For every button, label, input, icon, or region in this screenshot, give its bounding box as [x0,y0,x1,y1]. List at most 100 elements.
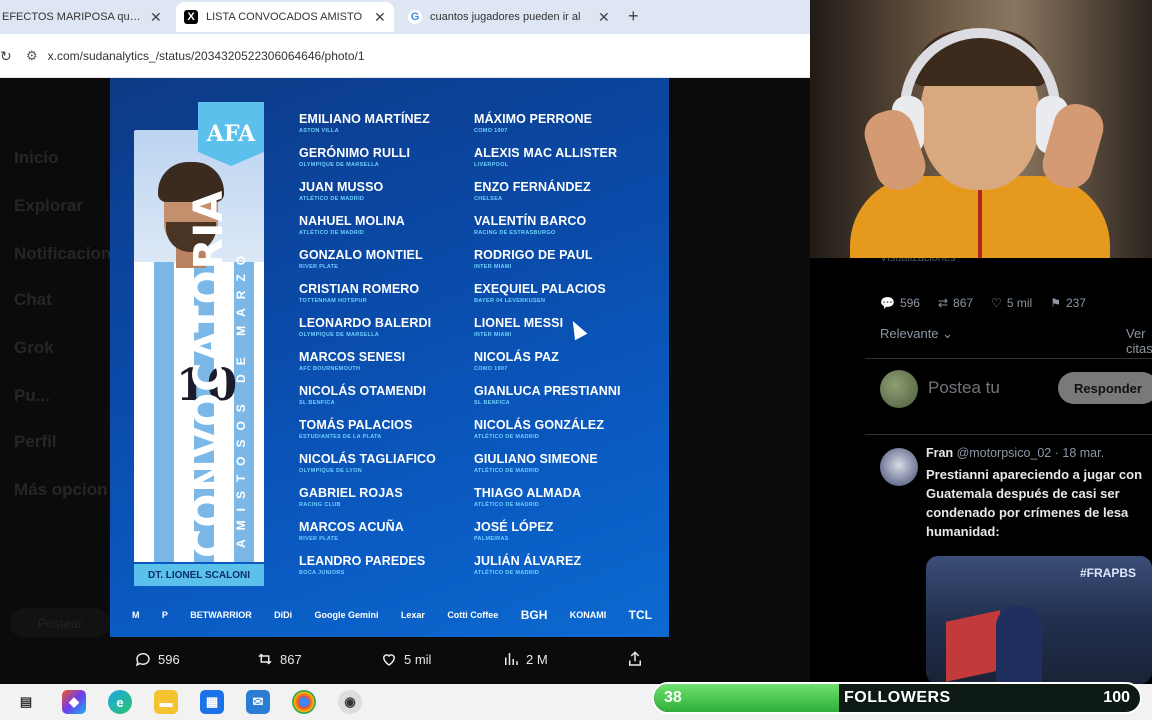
player-entry: MARCOS SENESI AFC BOURNEMOUTH [299,350,406,372]
like-button[interactable]: 5 mil [380,650,431,668]
site-settings-icon[interactable]: ⚙ [26,48,38,64]
reply-handle: @motorpsico_02 · 18 mar. [956,446,1105,460]
avatar[interactable] [880,448,918,486]
repost-stat[interactable]: ⇄ 867 [938,296,973,310]
sidebar-item-explorar[interactable]: Explorar [14,196,83,216]
repost-icon [258,653,272,665]
sidebar-item-grok[interactable]: Grok [14,338,54,358]
title-convocatoria: CONVOCATORIA [186,189,232,558]
sort-dropdown[interactable]: Relevante ⌄ [880,326,953,342]
new-tab-icon[interactable]: + [628,6,639,27]
reply-media[interactable]: #FRAPBS [926,556,1152,684]
close-icon[interactable]: ✕ [598,9,610,26]
quotes-link[interactable]: Ver citas [1126,326,1152,356]
like-count: 5 mil [404,651,432,667]
views-icon [505,653,518,665]
repost-button[interactable]: 867 [256,650,302,668]
bookmark-icon: ⚑ [1050,296,1061,310]
player-entry: JOSÉ LÓPEZ PALMEIRAS [474,520,554,542]
players-column-1: EMILIANO MARTÍNEZ ASTON VILLA GERÓNIMO RU… [299,112,436,588]
file-explorer-icon[interactable]: ▬ [154,690,178,714]
reply-icon: 💬 [880,296,895,310]
reply-button[interactable]: 596 [134,650,180,668]
followers-current: 38 [664,689,682,706]
chrome-icon[interactable] [292,690,316,714]
title-amistosos: AMISTOSOS DE MARZO [234,246,248,548]
sidebar-item-perfil[interactable]: Perfil [14,432,57,452]
convocatoria-graphic: 10 AFA CONVOCATORIA AMISTOSOS DE MARZO D… [110,78,669,637]
player-entry: ALEXIS MAC ALLISTER LIVERPOOL [474,146,618,168]
tab-google-search[interactable]: G cuantos jugadores pueden ir al ✕ [400,2,618,32]
close-icon[interactable]: ✕ [150,9,162,26]
reply-icon [135,652,150,667]
player-entry: NICOLÁS GONZÁLEZ ATLÉTICO DE MADRID [474,418,605,440]
browser-tab-bar: EFECTOS MARIPOSA que al ✕ X LISTA CONVOC… [0,0,810,34]
divider [865,358,1152,359]
player-entry: JULIÁN ÁLVAREZ ATLÉTICO DE MADRID [474,554,582,576]
sponsor-logo: M [132,610,140,620]
player-entry: LEANDRO PAREDES BOCA JUNIORS [299,554,426,576]
bookmark-stat[interactable]: ⚑ 237 [1050,296,1086,310]
close-icon[interactable]: ✕ [374,9,386,26]
like-stat[interactable]: ♡ 5 mil [991,296,1032,310]
tab-efectos-mariposa[interactable]: EFECTOS MARIPOSA que al ✕ [0,2,172,32]
reload-icon[interactable]: ↻ [0,48,12,65]
sponsor-logo: Cotti Coffee [447,610,499,620]
media-tag: #FRAPBS [1079,566,1136,580]
sidebar-item-premium[interactable]: Pu... [14,386,50,406]
tab-title: LISTA CONVOCADOS AMISTO [206,11,363,23]
player-entry: RODRIGO DE PAUL INTER MIAMI [474,248,593,270]
tab-title: cuantos jugadores pueden ir al [430,11,581,23]
player-entry: NAHUEL MOLINA ATLÉTICO DE MADRID [299,214,405,236]
player-entry: NICOLÁS PAZ COMO 1907 [474,350,559,372]
x-icon: X [184,10,198,24]
reply-count: 596 [158,651,180,667]
sidebar-item-chat[interactable]: Chat [14,290,52,310]
heart-icon [382,654,396,666]
reply-author[interactable]: Fran [926,446,953,460]
player-entry: CRISTIAN ROMERO TOTTENHAM HOTSPUR [299,282,420,304]
chevron-down-icon: ⌄ [942,326,954,341]
player-entry: MARCOS ACUÑA RIVER PLATE [299,520,404,542]
tab-title: EFECTOS MARIPOSA que al [2,11,142,23]
player-entry: JUAN MUSSO ATLÉTICO DE MADRID [299,180,384,202]
webcam-overlay [810,0,1152,258]
sponsor-logo: Lexar [400,610,425,620]
edge-icon[interactable]: e [108,690,132,714]
google-icon: G [408,10,422,24]
avatar[interactable] [880,370,918,408]
player-entry: MÁXIMO PERRONE COMO 1907 [474,112,593,134]
mail-icon[interactable]: ✉ [246,690,270,714]
player-entry: EMILIANO MARTÍNEZ ASTON VILLA [299,112,430,134]
followers-goal-bar: 38 FOLLOWERS 100 [652,682,1142,714]
post-button[interactable]: Postear [10,608,110,638]
sidebar-item-inicio[interactable]: Inicio [14,148,58,168]
photo-action-bar: 596 867 5 mil 2 M [0,640,810,684]
obs-icon[interactable]: ◉ [338,690,362,714]
player-entry: GONZALO MONTIEL RIVER PLATE [299,248,423,270]
player-entry: THIAGO ALMADA ATLÉTICO DE MADRID [474,486,582,508]
reply-stat[interactable]: 💬 596 [880,296,920,310]
sponsor-logo: KONAMI [569,610,607,620]
player-entry: GABRIEL ROJAS RACING CLUB [299,486,403,508]
url-text: x.com/sudanalytics_/status/2034320522306… [47,49,365,63]
tab-lista-convocados[interactable]: X LISTA CONVOCADOS AMISTO ✕ [176,2,394,32]
address-bar-row: ↻ ⚙ x.com/sudanalytics_/status/203432052… [0,34,810,78]
player-entry: NICOLÁS TAGLIAFICO OLYMPIQUE DE LYON [299,452,436,474]
copilot-icon[interactable]: ◆ [62,690,86,714]
store-icon[interactable]: ▦ [200,690,224,714]
reply-compose-input[interactable]: Postea tu [928,378,1000,398]
player-entry: NICOLÁS OTAMENDI SL BENFICA [299,384,427,406]
share-button[interactable] [626,650,644,668]
player-entry: EXEQUIEL PALACIOS BAYER 04 LEVERKUSEN [474,282,606,304]
url-field[interactable]: ⚙ x.com/sudanalytics_/status/20343205223… [26,42,796,70]
view-count: 2 M [526,651,548,667]
reply-text: Prestianni apareciendo a jugar con Guate… [926,467,1143,539]
sidebar-item-notificaciones[interactable]: Notificacion [14,244,111,264]
sidebar-item-mas-opciones[interactable]: Más opcion [14,480,108,500]
player-entry: GERÓNIMO RULLI OLYMPIQUE DE MARSELLA [299,146,411,168]
task-view-icon[interactable]: ▤ [14,690,38,714]
divider [865,434,1152,435]
reply-submit-button[interactable]: Responder [1058,372,1152,404]
views-button[interactable]: 2 M [502,650,548,668]
